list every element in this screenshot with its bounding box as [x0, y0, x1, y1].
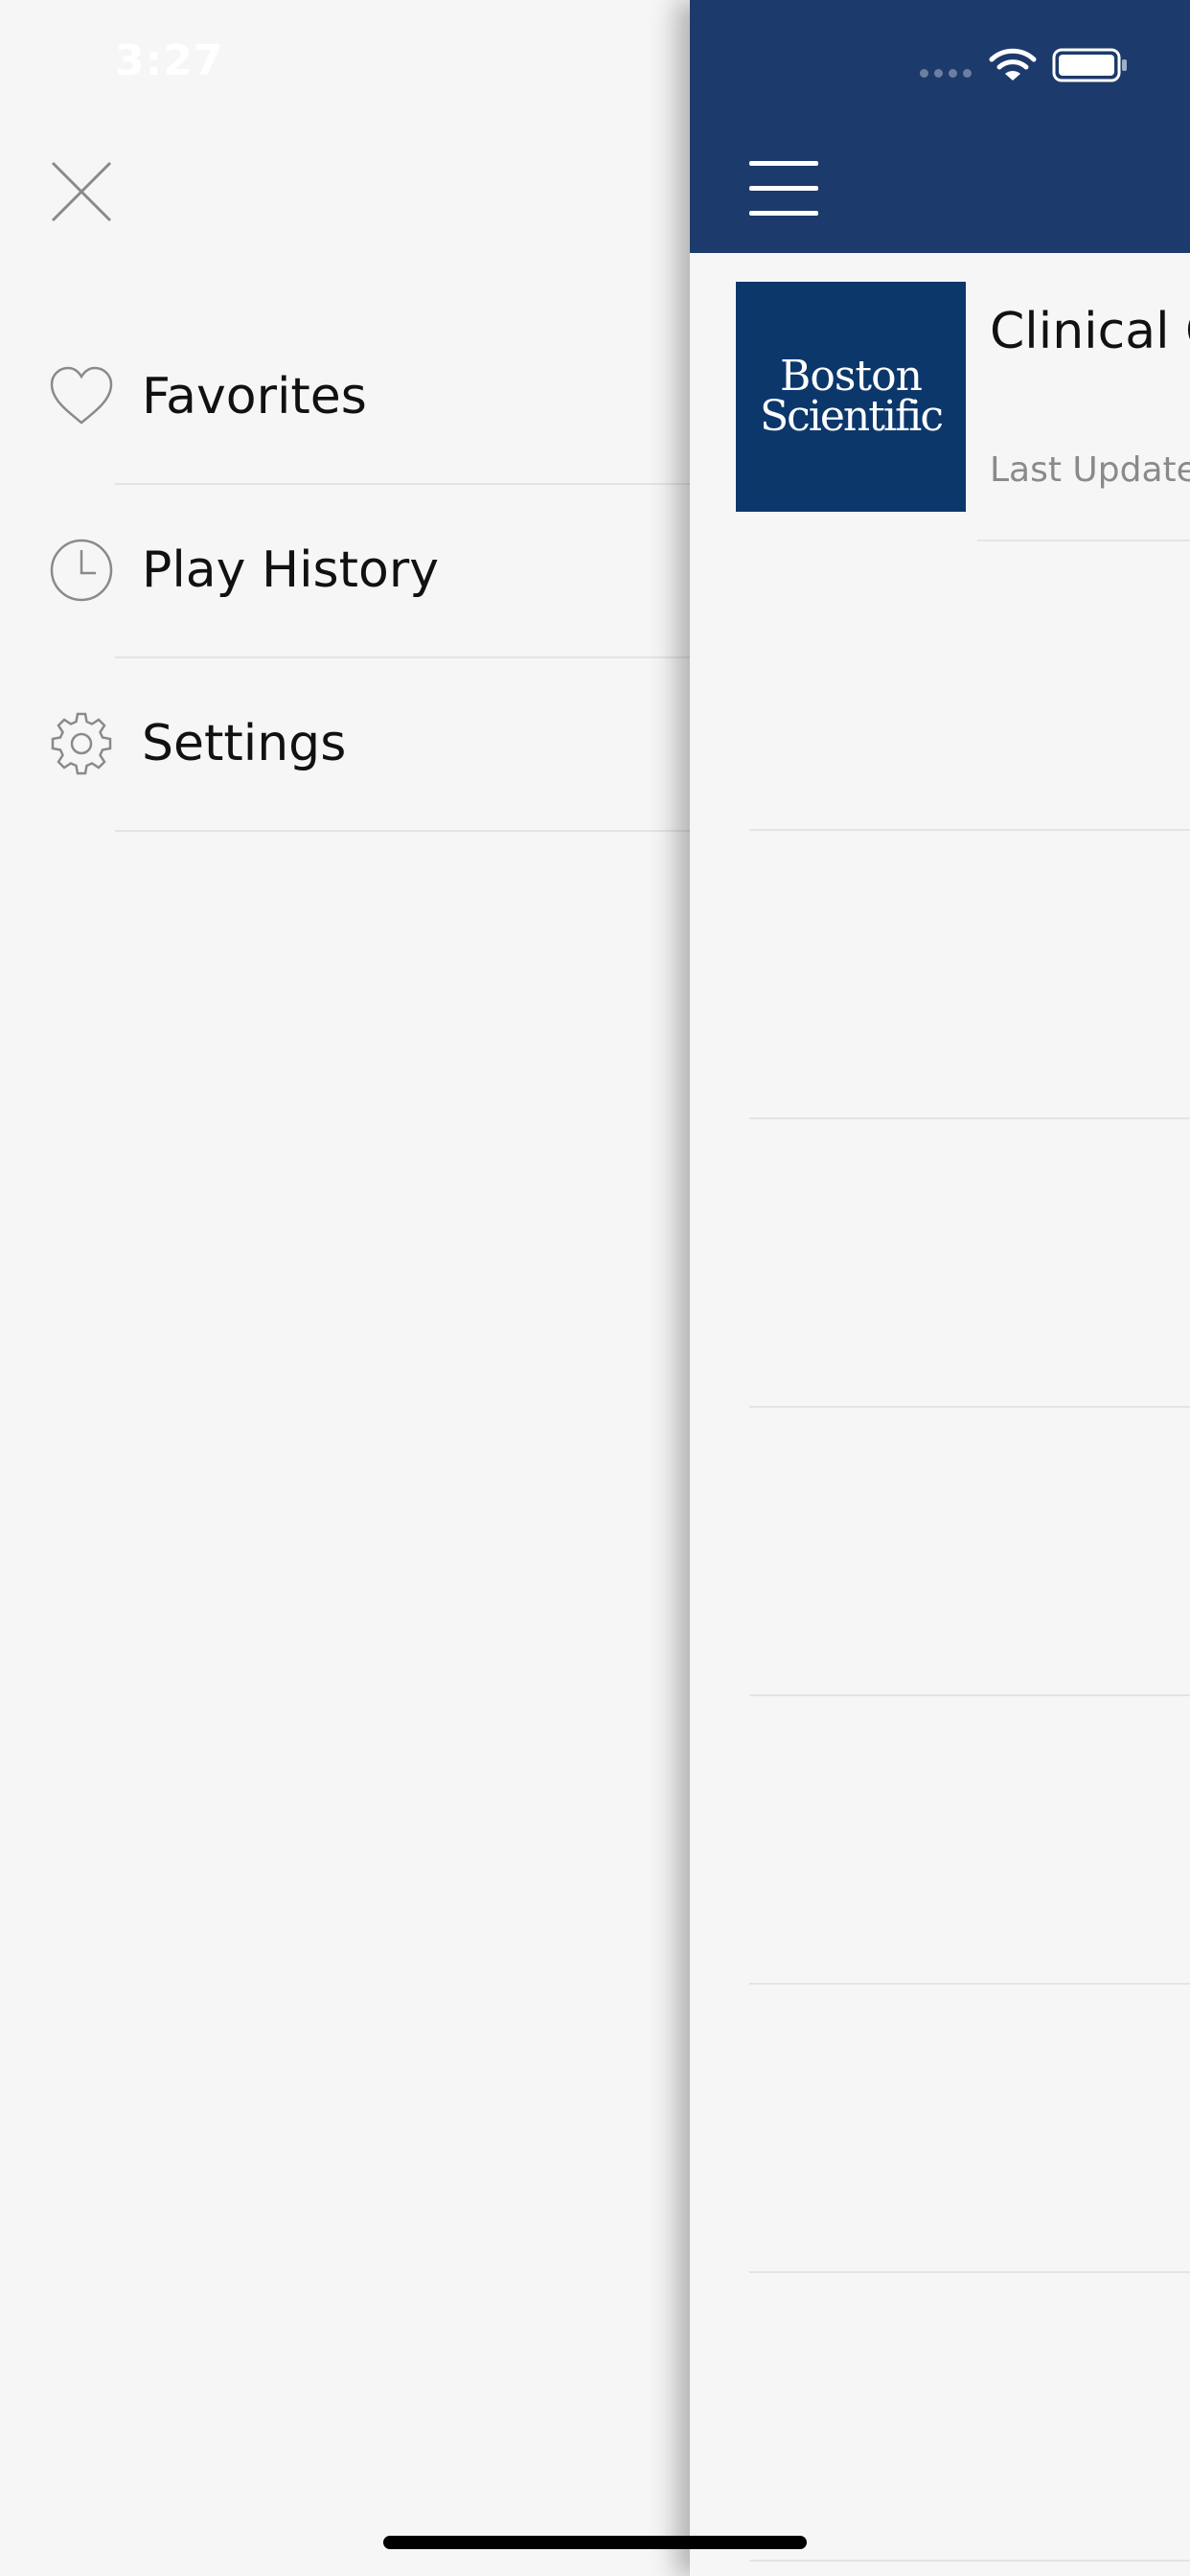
logo-text-line2: Scientific — [760, 392, 944, 441]
close-button[interactable] — [48, 158, 115, 225]
divider — [749, 1694, 1190, 1696]
drawer-item-label: Play History — [142, 541, 439, 599]
divider — [749, 829, 1190, 831]
clock-icon — [50, 539, 113, 602]
divider — [749, 1406, 1190, 1408]
battery-icon — [1052, 48, 1127, 82]
logo-text-line1: Boston — [780, 352, 923, 402]
divider — [749, 2271, 1190, 2273]
menu-button[interactable] — [749, 161, 818, 217]
status-time: 3:27 — [115, 36, 224, 85]
drawer-item-play-history[interactable]: Play History — [0, 484, 690, 656]
cellular-signal-icon — [920, 69, 972, 78]
drawer-item-favorites[interactable]: Favorites — [0, 310, 690, 483]
wifi-icon — [989, 48, 1037, 80]
podcast-logo: Boston Scientific — [736, 282, 966, 512]
gear-icon — [51, 712, 112, 775]
close-icon — [51, 161, 112, 222]
divider — [977, 540, 1190, 541]
heart-icon — [50, 366, 113, 425]
main-panel[interactable]: Boston Scientific Clinical C Last Update… — [690, 0, 1190, 2576]
podcast-last-update: Last Update: — [990, 450, 1190, 490]
drawer-item-label: Settings — [142, 715, 347, 772]
divider — [749, 1117, 1190, 1119]
navigation-drawer: 3:27 Favorites Play History Settings — [0, 0, 690, 2576]
podcast-title: Clinical C — [990, 303, 1190, 360]
header-bar — [690, 0, 1190, 253]
podcast-list-item[interactable]: Boston Scientific Clinical C Last Update… — [690, 253, 1190, 540]
divider — [115, 830, 690, 832]
drawer-item-settings[interactable]: Settings — [0, 657, 690, 830]
drawer-item-label: Favorites — [142, 368, 367, 426]
divider — [749, 2560, 1190, 2562]
home-indicator[interactable] — [383, 2536, 807, 2549]
divider — [749, 1983, 1190, 1985]
